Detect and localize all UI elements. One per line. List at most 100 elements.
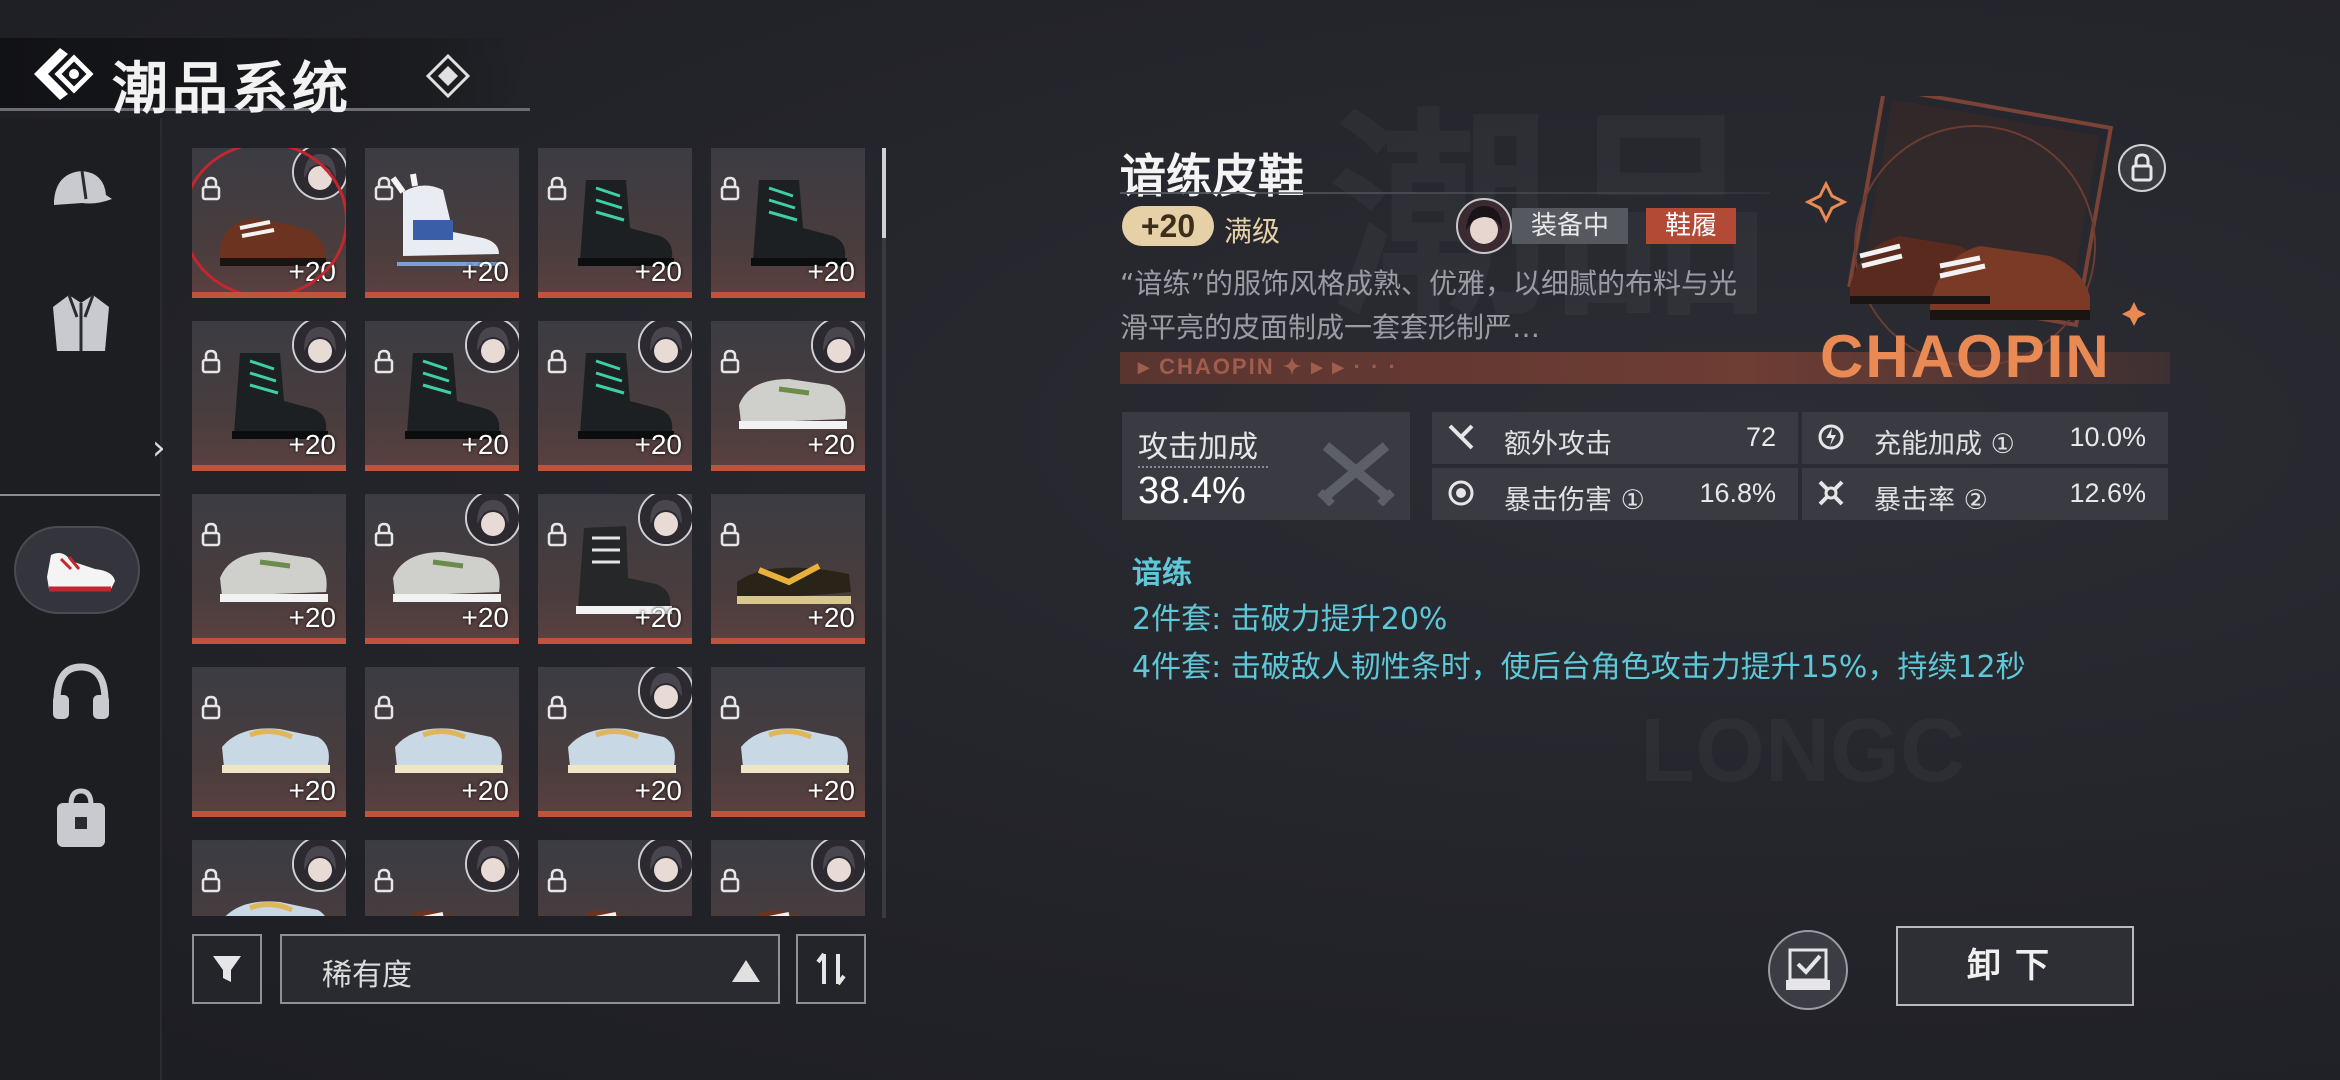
lock-icon <box>719 176 741 202</box>
filter-icon <box>213 956 241 982</box>
sub-stat-value: 12.6% <box>2069 478 2146 508</box>
character-avatar <box>638 321 692 373</box>
sort-order-icon <box>816 952 846 986</box>
set-bonus-2: 2件套: 击破力提升20% <box>1132 602 1448 637</box>
lock-icon <box>719 349 741 375</box>
main-stat-value: 38.4% <box>1138 470 1246 512</box>
item-level: +20 <box>461 256 510 287</box>
sub-stat-label: 额外攻击 <box>1504 429 1612 460</box>
crossed-swords-icon <box>1317 442 1395 506</box>
item-level: +20 <box>807 602 856 633</box>
lock-icon <box>719 868 741 894</box>
lock-icon <box>373 176 395 202</box>
sort-order-button[interactable] <box>796 934 866 1004</box>
item-card[interactable]: +20 <box>711 148 865 298</box>
item-card[interactable]: +20 <box>711 321 865 471</box>
sidebar-item-bags[interactable] <box>36 774 126 864</box>
cap-icon <box>54 170 112 205</box>
item-card[interactable] <box>538 840 692 916</box>
item-card[interactable]: +20 <box>538 321 692 471</box>
item-grid: +20 +20 +20 +20 +20 +20 +20 +20 +20 +20 +20 +20 +20 +… <box>192 148 892 916</box>
sub-stat-value: 10.0% <box>2069 422 2146 452</box>
bg-decoration: LONGC <box>1640 700 1965 803</box>
item-card[interactable]: +20 <box>365 321 519 471</box>
set-bonus-4: 4件套: 击破敌人韧性条时，使后台角色攻击力提升15%，持续12秒 <box>1132 650 2026 685</box>
item-card[interactable]: +20 <box>538 494 692 644</box>
item-card[interactable]: +20 <box>192 321 346 471</box>
item-level: +20 <box>288 256 337 287</box>
crit-rate-icon <box>1818 480 1844 506</box>
item-level: +20 <box>461 775 510 806</box>
character-avatar <box>465 494 519 546</box>
main-stat-panel: 攻击加成 38.4% <box>1122 412 1410 520</box>
item-card[interactable]: +20 <box>365 667 519 817</box>
item-level: +20 <box>634 775 683 806</box>
brand-art-text: CHAOPIN <box>1820 323 2111 390</box>
item-card[interactable]: +20 <box>192 148 346 298</box>
level-badge: +20 <box>1122 206 1214 246</box>
unequip-button[interactable]: 卸下 <box>1896 926 2134 1006</box>
sidebar-item-outfit[interactable] <box>36 278 126 368</box>
batch-lock-button[interactable] <box>1768 930 1848 1010</box>
sub-stat-row: 充能加成 ① 10.0% <box>1802 412 2168 464</box>
character-avatar <box>638 840 692 892</box>
equipped-status-tag: 装备中 <box>1512 208 1628 244</box>
item-lock-button[interactable] <box>2118 144 2166 192</box>
sub-stat-value: 16.8% <box>1699 478 1776 508</box>
character-avatar <box>292 148 346 200</box>
item-level: +20 <box>288 775 337 806</box>
character-avatar <box>638 494 692 546</box>
item-card[interactable]: +20 <box>192 667 346 817</box>
lock-icon <box>546 868 568 894</box>
lock-icon <box>200 176 222 202</box>
lock-icon <box>546 522 568 548</box>
item-card[interactable]: +20 <box>192 494 346 644</box>
scrollbar-track[interactable] <box>882 148 886 918</box>
info-diamond-icon[interactable] <box>425 53 471 99</box>
max-level-label: 满级 <box>1224 215 1281 248</box>
sort-dropdown-label: 稀有度 <box>322 958 412 993</box>
sidebar-item-audio[interactable] <box>36 648 126 738</box>
sidebar-divider <box>0 494 160 496</box>
lock-icon <box>2131 153 2153 182</box>
chevron-right-icon: › <box>152 428 166 468</box>
item-card[interactable]: +20 <box>711 667 865 817</box>
item-description: “谙练”的服饰风格成熟、优雅，以细腻的布料与光滑平亮的皮面制成一套套形制严… <box>1120 267 1738 344</box>
item-card[interactable]: +20 <box>711 494 865 644</box>
main-stat-label: 攻击加成 <box>1138 430 1258 465</box>
sub-stat-row: 暴击伤害 ① 16.8% <box>1432 468 1798 520</box>
character-avatar <box>811 840 865 892</box>
item-card[interactable] <box>365 840 519 916</box>
item-card[interactable]: +20 <box>365 148 519 298</box>
equipped-character-avatar[interactable] <box>1456 198 1512 254</box>
category-sidebar <box>0 118 162 1080</box>
character-avatar <box>465 321 519 373</box>
crit-damage-icon <box>1448 480 1474 506</box>
lock-icon <box>373 695 395 721</box>
sub-stat-row: 暴击率 ② 12.6% <box>1802 468 2168 520</box>
sub-stat-row: 额外攻击 72 <box>1432 412 1798 464</box>
lock-icon <box>546 349 568 375</box>
character-avatar <box>292 321 346 373</box>
item-card[interactable]: +20 <box>365 494 519 644</box>
scrollbar-thumb[interactable] <box>882 148 886 238</box>
item-card[interactable]: +20 <box>538 148 692 298</box>
sidebar-item-shoes[interactable] <box>36 522 126 612</box>
sort-dropdown[interactable]: 稀有度 <box>280 934 780 1004</box>
extra-attack-icon <box>1448 424 1474 450</box>
item-card[interactable] <box>192 840 346 916</box>
back-button[interactable] <box>30 44 94 104</box>
item-level: +20 <box>634 429 683 460</box>
sidebar-item-headwear[interactable] <box>36 148 126 238</box>
item-name: 谙练皮鞋 <box>1120 149 1304 203</box>
item-level: +20 <box>634 602 683 633</box>
sub-stat-value: 72 <box>1745 422 1776 452</box>
item-card[interactable]: +20 <box>538 667 692 817</box>
lock-icon <box>546 176 568 202</box>
slot-type-tag: 鞋履 <box>1646 208 1736 244</box>
filter-button[interactable] <box>192 934 262 1004</box>
item-card[interactable] <box>711 840 865 916</box>
shoe-thumbnail <box>220 218 326 266</box>
set-name: 谙练 <box>1132 556 1192 591</box>
page-title: 潮品系统 <box>112 56 352 122</box>
